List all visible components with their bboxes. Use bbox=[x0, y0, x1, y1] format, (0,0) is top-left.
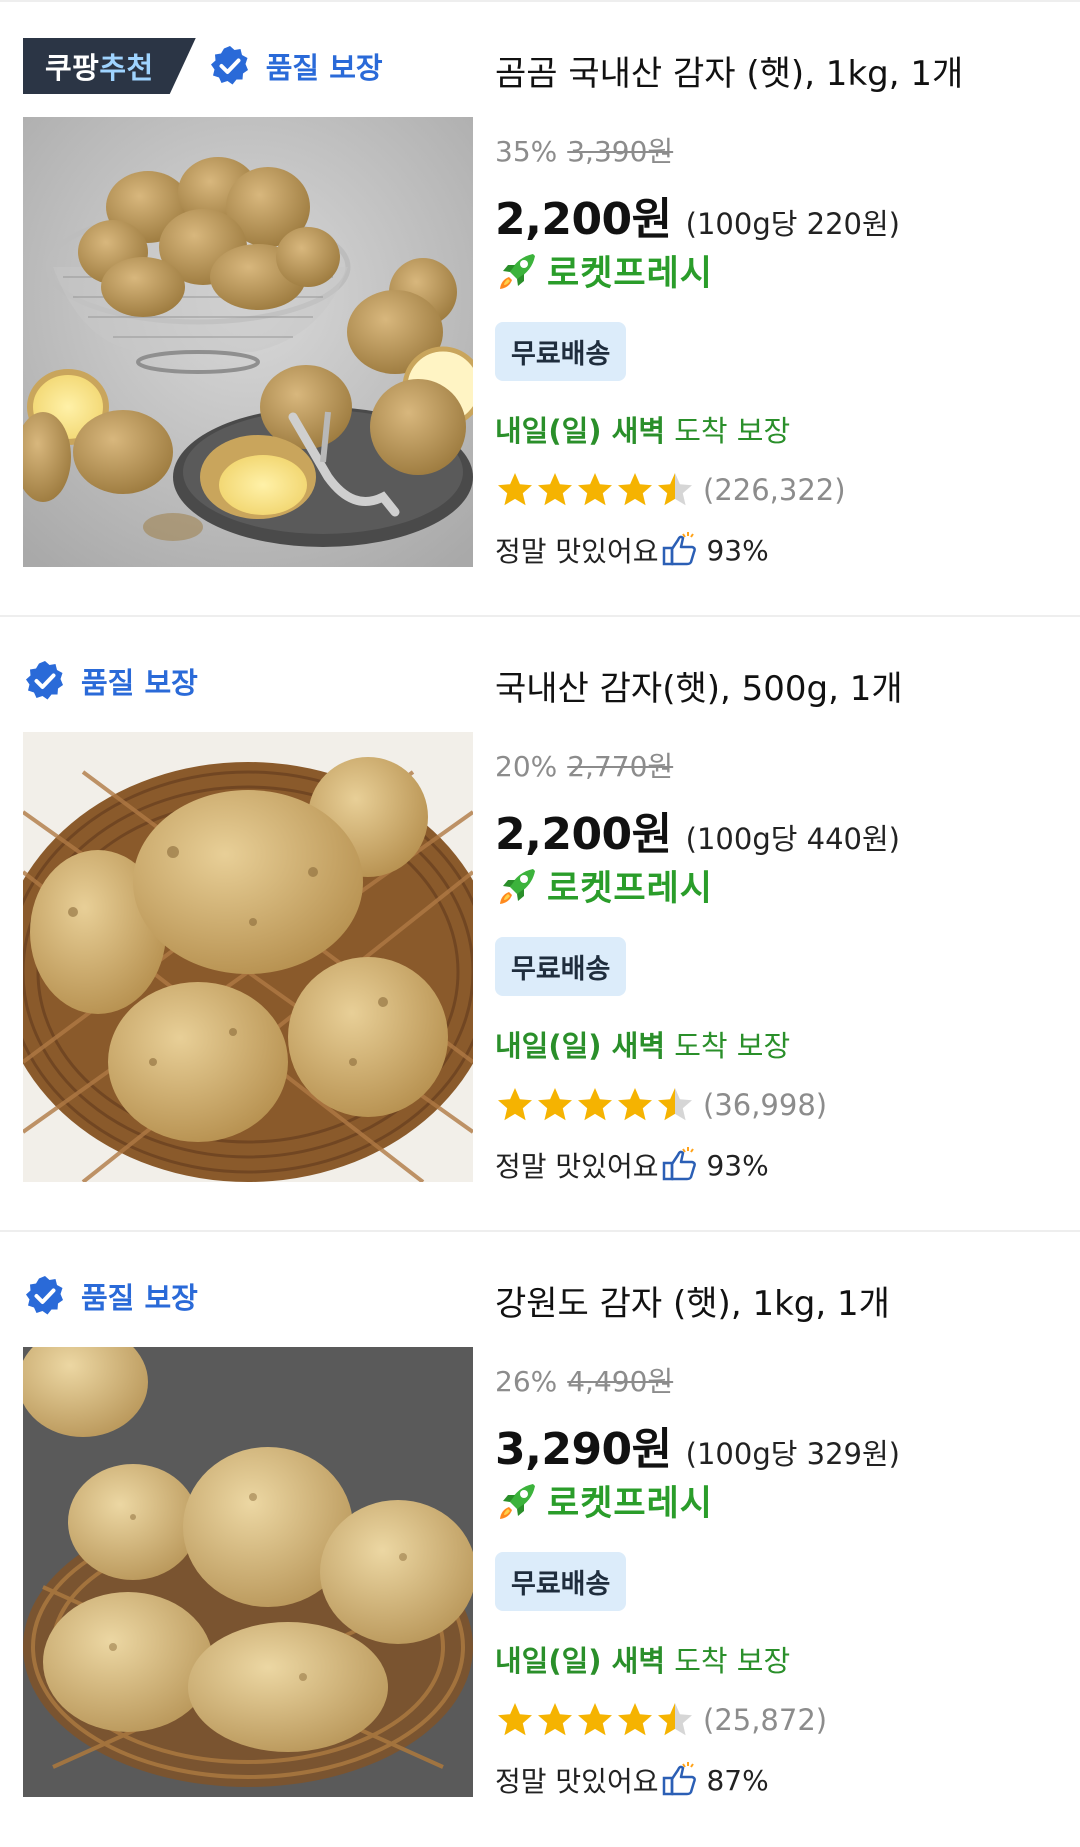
delivery-date: 내일(일) 새벽 bbox=[495, 414, 666, 448]
star-icon bbox=[498, 1088, 532, 1121]
star-icon bbox=[618, 473, 652, 506]
recommend-badge-brand: 쿠팡 bbox=[45, 51, 100, 85]
quality-label: 품질 보장 bbox=[265, 51, 383, 85]
taste-percent: 87% bbox=[706, 1763, 769, 1797]
taste-label: 정말 맛있어요 bbox=[495, 535, 659, 568]
quality-label: 품질 보장 bbox=[81, 1281, 198, 1315]
thumbs-up-icon bbox=[663, 532, 697, 566]
verified-check-icon bbox=[26, 1276, 63, 1315]
star-icon bbox=[578, 473, 612, 506]
star-rating bbox=[495, 470, 695, 510]
product-card-1[interactable]: 쿠팡 추천 품질 보장 곰곰 국내산 감자 (햇), 1kg, 1개 35% 3… bbox=[0, 0, 1080, 615]
thumbs-up-icon bbox=[663, 1147, 697, 1181]
star-icon bbox=[658, 1088, 692, 1121]
rating-row: (226,322) bbox=[495, 470, 846, 510]
delivery-guarantee: 도착 보장 bbox=[665, 414, 791, 448]
quality-guarantee: 품질 보장 bbox=[23, 1274, 198, 1318]
price-row: 2,200원 (100g당 220원) bbox=[495, 183, 900, 247]
sale-price: 2,200원 bbox=[495, 194, 672, 245]
review-count[interactable]: (36,998) bbox=[703, 1088, 827, 1122]
coupang-recommend-badge: 쿠팡 추천 bbox=[23, 38, 196, 94]
taste-label: 정말 맛있어요 bbox=[495, 1150, 659, 1183]
star-icon bbox=[618, 1088, 652, 1121]
delivery-guarantee: 도착 보장 bbox=[665, 1644, 791, 1678]
star-icon bbox=[658, 1703, 692, 1736]
free-shipping-badge: 무료배송 bbox=[495, 937, 627, 996]
rocket-icon bbox=[500, 868, 535, 904]
star-icon bbox=[578, 1088, 612, 1121]
product-image[interactable] bbox=[23, 732, 473, 1182]
delivery-date: 내일(일) 새벽 bbox=[495, 1029, 666, 1063]
star-icon bbox=[578, 1703, 612, 1736]
review-count[interactable]: (25,872) bbox=[703, 1703, 827, 1737]
discount-percent: 20% bbox=[495, 750, 558, 783]
badge-row: 품질 보장 bbox=[23, 1268, 198, 1324]
delivery-promise: 내일(일) 새벽 도착 보장 bbox=[495, 1023, 790, 1065]
original-price: 3,390원 bbox=[567, 135, 674, 168]
badge-row: 품질 보장 bbox=[23, 653, 198, 709]
review-count[interactable]: (226,322) bbox=[703, 473, 846, 507]
price-row: 3,290원 (100g당 329원) bbox=[495, 1413, 900, 1477]
rocket-fresh-badge: 로켓프레시 bbox=[495, 245, 713, 296]
star-icon bbox=[498, 473, 532, 506]
recommend-badge-label: 추천 bbox=[99, 51, 154, 85]
original-price: 4,490원 bbox=[567, 1365, 674, 1398]
rating-row: (25,872) bbox=[495, 1700, 827, 1740]
product-card-3[interactable]: 품질 보장 강원도 감자 (햇), 1kg, 1개 26% 4,490원 3,2… bbox=[0, 1230, 1080, 1845]
rocket-label: 로켓프레시 bbox=[547, 254, 714, 294]
verified-check-icon bbox=[210, 46, 248, 85]
free-shipping-badge: 무료배송 bbox=[495, 322, 627, 381]
rocket-label: 로켓프레시 bbox=[547, 869, 714, 909]
delivery-promise: 내일(일) 새벽 도착 보장 bbox=[495, 408, 790, 450]
thumbs-up-icon bbox=[663, 1762, 697, 1796]
discount-percent: 26% bbox=[495, 1365, 558, 1398]
sale-price: 3,290원 bbox=[495, 1424, 672, 1475]
product-image[interactable] bbox=[23, 117, 473, 567]
quality-label: 품질 보장 bbox=[81, 666, 198, 700]
quality-guarantee: 품질 보장 bbox=[23, 659, 198, 703]
rocket-fresh-badge: 로켓프레시 bbox=[495, 860, 713, 911]
verified-check-icon bbox=[26, 661, 63, 700]
rocket-label: 로켓프레시 bbox=[547, 1484, 714, 1524]
star-icon bbox=[618, 1703, 652, 1736]
star-icon bbox=[538, 1703, 572, 1736]
sale-price: 2,200원 bbox=[495, 809, 672, 860]
star-icon bbox=[498, 1703, 532, 1736]
product-card-2[interactable]: 품질 보장 국내산 감자(햇), 500g, 1개 20% 2,770원 2,2… bbox=[0, 615, 1080, 1230]
delivery-date: 내일(일) 새벽 bbox=[495, 1644, 666, 1678]
star-rating bbox=[495, 1085, 695, 1125]
discount-percent: 35% bbox=[495, 135, 558, 168]
star-icon bbox=[538, 1088, 572, 1121]
taste-label: 정말 맛있어요 bbox=[495, 1765, 659, 1798]
product-title[interactable]: 곰곰 국내산 감자 (햇), 1kg, 1개 bbox=[495, 46, 963, 95]
star-icon bbox=[658, 473, 692, 506]
product-image[interactable] bbox=[23, 1347, 473, 1797]
original-price: 2,770원 bbox=[567, 750, 674, 783]
discount-row: 20% 2,770원 bbox=[495, 745, 673, 785]
unit-price: (100g당 440원) bbox=[685, 822, 900, 856]
rocket-fresh-badge: 로켓프레시 bbox=[495, 1475, 713, 1526]
taste-percent: 93% bbox=[706, 1148, 769, 1182]
rocket-icon bbox=[500, 253, 535, 289]
rating-row: (36,998) bbox=[495, 1085, 827, 1125]
taste-feedback: 정말 맛있어요 93% bbox=[495, 1145, 769, 1185]
delivery-promise: 내일(일) 새벽 도착 보장 bbox=[495, 1638, 790, 1680]
delivery-guarantee: 도착 보장 bbox=[665, 1029, 791, 1063]
rocket-icon bbox=[500, 1483, 535, 1519]
star-icon bbox=[538, 473, 572, 506]
product-title[interactable]: 강원도 감자 (햇), 1kg, 1개 bbox=[495, 1276, 890, 1325]
taste-percent: 93% bbox=[706, 533, 769, 567]
star-rating bbox=[495, 1700, 695, 1740]
price-row: 2,200원 (100g당 440원) bbox=[495, 798, 900, 862]
discount-row: 26% 4,490원 bbox=[495, 1360, 673, 1400]
taste-feedback: 정말 맛있어요 87% bbox=[495, 1760, 769, 1800]
free-shipping-badge: 무료배송 bbox=[495, 1552, 627, 1611]
unit-price: (100g당 220원) bbox=[685, 207, 900, 241]
unit-price: (100g당 329원) bbox=[685, 1437, 900, 1471]
product-title[interactable]: 국내산 감자(햇), 500g, 1개 bbox=[495, 661, 903, 710]
badge-row: 쿠팡 추천 품질 보장 bbox=[23, 38, 383, 94]
taste-feedback: 정말 맛있어요 93% bbox=[495, 530, 769, 570]
quality-guarantee: 품질 보장 bbox=[208, 44, 383, 88]
discount-row: 35% 3,390원 bbox=[495, 130, 673, 170]
